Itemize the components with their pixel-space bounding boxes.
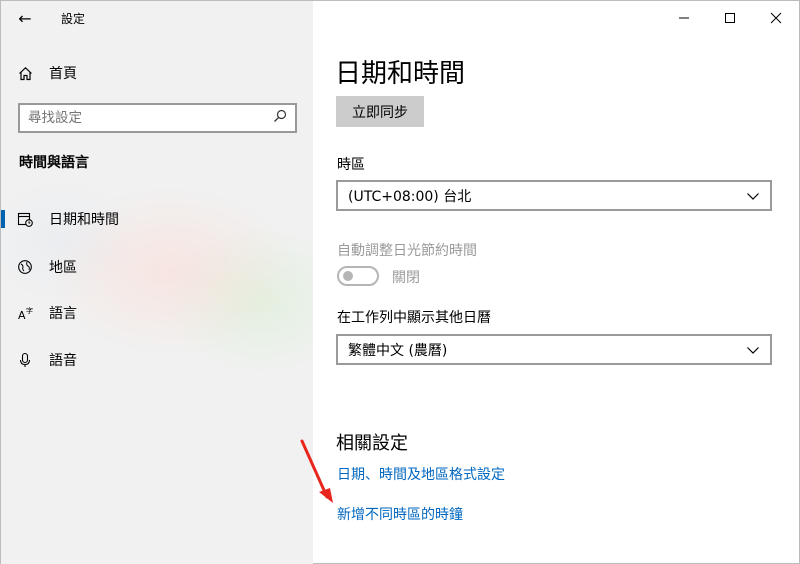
search-icon[interactable] [273,109,287,127]
dst-toggle-state: 關閉 [392,270,420,286]
home-icon [1,66,49,81]
navigation-pane: ← 設定 首頁 時間與語言 日期和時間 [1,1,313,564]
sidebar-item-region[interactable]: 地區 [1,250,313,284]
selected-indicator [1,210,5,228]
svg-text:A: A [18,309,26,321]
minimize-button[interactable] [661,1,707,35]
sync-now-button[interactable]: 立即同步 [336,96,424,127]
sidebar-item-language[interactable]: A字 語言 [1,296,313,330]
calendar-value: 繁體中文 (農曆) [348,342,448,359]
timezone-label: 時區 [337,157,365,173]
related-settings-heading: 相關設定 [336,433,408,454]
chevron-down-icon [747,346,759,354]
dst-toggle[interactable] [337,266,379,286]
sidebar-item-date-time[interactable]: 日期和時間 [1,202,313,236]
svg-text:字: 字 [26,306,33,315]
region-format-link[interactable]: 日期、時間及地區格式設定 [337,464,505,484]
maximize-button[interactable] [707,1,753,35]
sidebar-item-label: 語言 [49,306,77,322]
toggle-knob [343,271,353,281]
search-input[interactable] [28,110,248,126]
nav-home[interactable]: 首頁 [1,57,313,89]
microphone-icon [1,352,49,368]
title-bar: ← 設定 [1,1,313,35]
language-icon: A字 [1,305,49,321]
timezone-dropdown[interactable]: (UTC+08:00) 台北 [336,180,772,211]
calendar-label: 在工作列中顯示其他日曆 [337,310,491,326]
close-button[interactable] [753,1,799,35]
page-title: 日期和時間 [335,59,466,89]
chevron-down-icon [747,192,759,200]
back-arrow-icon: ← [18,8,32,28]
home-label: 首頁 [49,66,77,82]
app-title: 設定 [61,11,86,26]
sidebar-item-label: 日期和時間 [49,212,119,228]
annotation-arrow-icon [300,439,333,503]
sidebar-item-speech[interactable]: 語音 [1,343,313,377]
minimize-icon [679,17,689,19]
window-controls [661,1,799,35]
settings-window: ← 設定 首頁 時間與語言 日期和時間 [0,0,800,564]
timezone-value: (UTC+08:00) 台北 [348,188,472,205]
calendar-dropdown[interactable]: 繁體中文 (農曆) [336,334,772,365]
section-heading: 時間與語言 [19,155,89,171]
calendar-clock-icon [1,211,49,227]
add-clocks-link[interactable]: 新增不同時區的時鐘 [337,504,463,524]
back-button[interactable]: ← [1,1,49,35]
search-box[interactable] [18,103,297,133]
maximize-icon [725,13,735,23]
region-icon [1,259,49,275]
dst-label: 自動調整日光節約時間 [337,243,477,259]
sidebar-item-label: 語音 [49,353,77,369]
sidebar-item-label: 地區 [49,260,77,276]
close-icon [770,12,782,24]
